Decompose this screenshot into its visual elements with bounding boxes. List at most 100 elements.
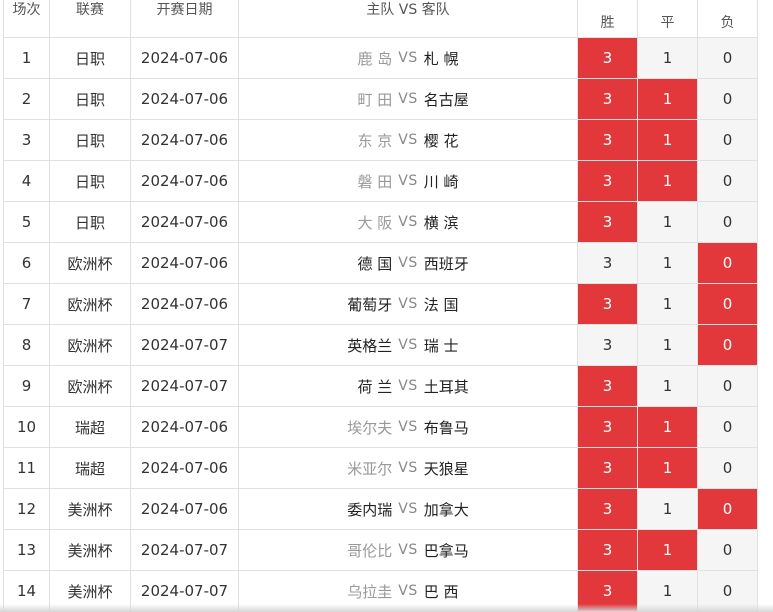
- table-header-row: 场次 联赛 开赛日期 主队 VS 客队 胜 平 负: [3, 0, 758, 38]
- odds-lose-button[interactable]: 0: [697, 37, 758, 79]
- odds-win-button[interactable]: 3: [577, 37, 638, 79]
- odds-win-button[interactable]: 3: [577, 406, 638, 448]
- header-lose: 负: [697, 0, 758, 38]
- row-match: 鹿 岛 VS 札 幌: [238, 37, 578, 79]
- row-league: 日职: [49, 119, 131, 161]
- table-row: 5 日职 2024-07-06 大 阪 VS 横 滨 310: [3, 201, 758, 243]
- away-team: 瑞 士: [423, 336, 459, 355]
- odds-win-button[interactable]: 3: [577, 160, 638, 202]
- away-team: 樱 花: [423, 131, 459, 150]
- odds-win-button[interactable]: 3: [577, 119, 638, 161]
- row-match: 哥伦比 VS 巴拿马: [238, 529, 578, 571]
- row-match: 德 国 VS 西班牙: [238, 242, 578, 284]
- table-row: 1 日职 2024-07-06 鹿 岛 VS 札 幌310: [3, 37, 758, 79]
- odds-lose-button[interactable]: 0: [697, 324, 758, 366]
- row-league: 美洲杯: [49, 488, 131, 530]
- match-teams: 鹿 岛 VS 札 幌: [240, 48, 577, 69]
- odds-lose-button[interactable]: 0: [697, 447, 758, 489]
- odds-lose-button[interactable]: 0: [697, 201, 758, 243]
- vs-label: VS: [398, 378, 418, 394]
- odds-draw-button[interactable]: 1: [637, 529, 698, 571]
- odds-lose-button[interactable]: 0: [697, 78, 758, 120]
- row-index: 4: [3, 160, 50, 202]
- odds-lose-button[interactable]: 0: [697, 283, 758, 325]
- odds-draw-button[interactable]: 1: [637, 201, 698, 243]
- odds-draw-button[interactable]: 1: [637, 78, 698, 120]
- header-match-label: 主队 VS 客队: [366, 2, 450, 18]
- odds-win-button[interactable]: 3: [577, 78, 638, 120]
- row-match: 米亚尔 VS 天狼星: [238, 447, 578, 489]
- table-row: 7 欧洲杯 2024-07-06 葡萄牙 VS 法 国 310: [3, 283, 758, 325]
- row-date: 2024-07-06: [130, 201, 239, 243]
- odds-win-button[interactable]: 3: [577, 529, 638, 571]
- table-row: 9 欧洲杯 2024-07-07 荷 兰 VS 土耳其 3 1 0: [3, 365, 758, 407]
- row-league: 日职: [49, 201, 131, 243]
- odds-draw-button[interactable]: 1: [637, 447, 698, 489]
- odds-lose-button[interactable]: 0: [697, 488, 758, 530]
- row-league: 欧洲杯: [49, 324, 131, 366]
- row-index: 10: [3, 406, 50, 448]
- header-index: 场次: [3, 0, 50, 38]
- row-date: 2024-07-07: [130, 365, 239, 407]
- row-match: 町 田 VS 名古屋: [238, 78, 578, 120]
- odds-win-button[interactable]: 3: [577, 283, 638, 325]
- home-team: 英格兰: [347, 336, 393, 355]
- home-team: 德 国: [357, 254, 393, 273]
- match-teams: 埃尔夫 VS 布鲁马: [240, 417, 577, 438]
- vs-label: VS: [398, 460, 418, 476]
- row-index: 5: [3, 201, 50, 243]
- odds-draw-button[interactable]: 1: [637, 365, 698, 407]
- odds-draw-button[interactable]: 1: [637, 488, 698, 530]
- row-league: 欧洲杯: [49, 283, 131, 325]
- row-match: 荷 兰 VS 土耳其: [238, 365, 578, 407]
- row-index: 12: [3, 488, 50, 530]
- home-team: 葡萄牙: [347, 295, 393, 314]
- odds-win-button[interactable]: 3: [577, 242, 638, 284]
- row-match: 东 京 VS 樱 花: [238, 119, 578, 161]
- match-teams: 大 阪 VS 横 滨: [240, 212, 577, 233]
- row-match: 葡萄牙 VS 法 国: [238, 283, 578, 325]
- odds-win-button[interactable]: 3: [577, 201, 638, 243]
- odds-draw-button[interactable]: 1: [637, 406, 698, 448]
- away-team: 法 国: [423, 295, 459, 314]
- away-team: 巴拿马: [423, 541, 469, 560]
- odds-lose-button[interactable]: 0: [697, 529, 758, 571]
- odds-draw-button[interactable]: 1: [637, 242, 698, 284]
- away-team: 名古屋: [423, 90, 469, 109]
- vs-label: VS: [398, 50, 418, 66]
- odds-win-button[interactable]: 3: [577, 488, 638, 530]
- home-team: 乌拉圭: [347, 582, 393, 601]
- odds-draw-button[interactable]: 1: [637, 160, 698, 202]
- row-league: 瑞超: [49, 406, 131, 448]
- header-win-label: 胜: [600, 15, 615, 31]
- odds-draw-button[interactable]: 1: [637, 119, 698, 161]
- match-teams: 葡萄牙 VS 法 国: [240, 294, 577, 315]
- odds-draw-button[interactable]: 1: [637, 324, 698, 366]
- odds-win-button[interactable]: 3: [577, 365, 638, 407]
- row-match: 磐 田 VS 川 崎: [238, 160, 578, 202]
- match-teams: 乌拉圭 VS 巴 西: [240, 581, 577, 602]
- table-row: 4 日职 2024-07-06 磐 田 VS 川 崎 310: [3, 160, 758, 202]
- row-index: 6: [3, 242, 50, 284]
- odds-lose-button[interactable]: 0: [697, 242, 758, 284]
- match-teams: 东 京 VS 樱 花: [240, 130, 577, 151]
- vs-label: VS: [398, 132, 418, 148]
- odds-draw-button[interactable]: 1: [637, 283, 698, 325]
- header-draw: 平: [637, 0, 698, 38]
- table-row: 8 欧洲杯 2024-07-07 英格兰 VS 瑞 士 310: [3, 324, 758, 366]
- odds-lose-button[interactable]: 0: [697, 406, 758, 448]
- match-teams: 德 国 VS 西班牙: [240, 253, 577, 274]
- away-team: 川 崎: [423, 172, 459, 191]
- home-team: 荷 兰: [357, 377, 393, 396]
- row-match: 大 阪 VS 横 滨: [238, 201, 578, 243]
- vs-label: VS: [398, 501, 418, 517]
- vs-label: VS: [398, 214, 418, 230]
- odds-lose-button[interactable]: 0: [697, 365, 758, 407]
- odds-win-button[interactable]: 3: [577, 324, 638, 366]
- odds-lose-button[interactable]: 0: [697, 160, 758, 202]
- bottom-fade: [0, 604, 773, 612]
- row-match: 英格兰 VS 瑞 士: [238, 324, 578, 366]
- odds-lose-button[interactable]: 0: [697, 119, 758, 161]
- odds-draw-button[interactable]: 1: [637, 37, 698, 79]
- odds-win-button[interactable]: 3: [577, 447, 638, 489]
